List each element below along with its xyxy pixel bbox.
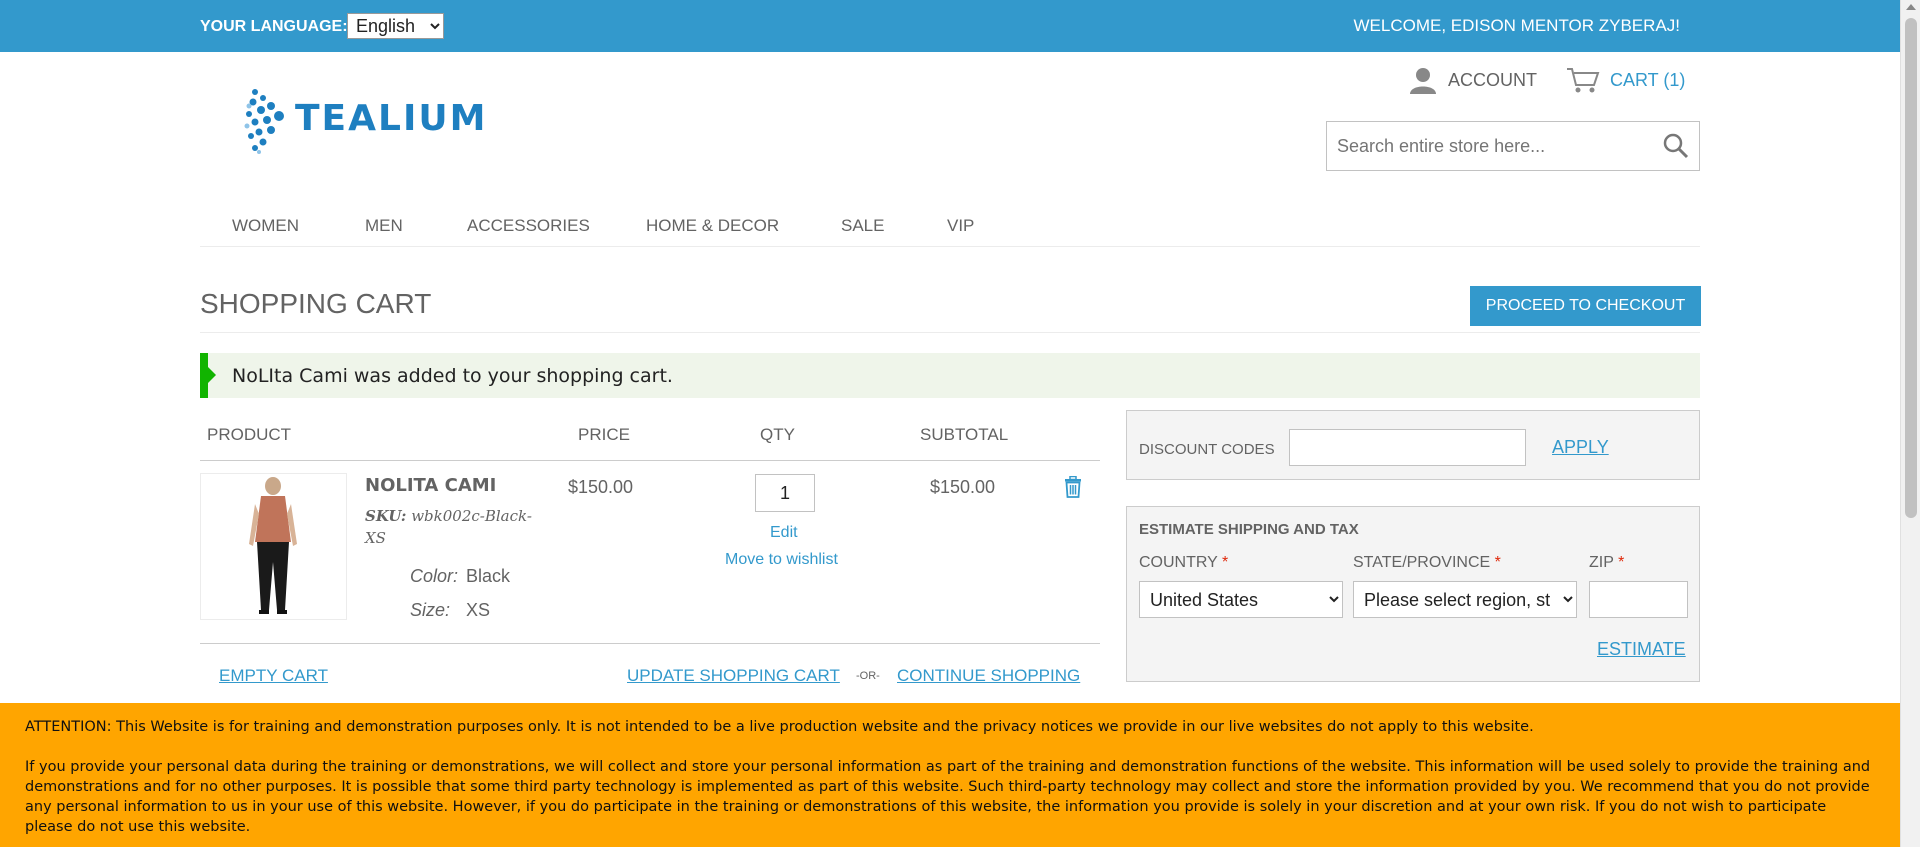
nav-item-accessories[interactable]: ACCESSORIES [467, 216, 590, 236]
product-name[interactable]: NOLITA CAMI [365, 475, 496, 496]
logo-dots-icon [244, 89, 284, 154]
sku-label: SKU: [365, 507, 407, 525]
item-subtotal: $150.00 [930, 477, 996, 497]
language-label: YOUR LANGUAGE: [200, 18, 348, 35]
scroll-up-arrow-icon[interactable] [1906, 4, 1916, 10]
main-nav: WOMEN MEN ACCESSORIES HOME & DECOR SALE … [200, 216, 1700, 247]
success-message: NoLIta Cami was added to your shopping c… [200, 353, 1700, 398]
zip-label-text: ZIP [1589, 554, 1614, 571]
zip-input[interactable] [1589, 581, 1688, 618]
notice-paragraph-2: If you provide your personal data during… [25, 759, 1871, 835]
success-arrow-icon [208, 367, 216, 383]
discount-codes-label: DISCOUNT CODES [1139, 441, 1275, 458]
size-label: Size: [410, 600, 451, 620]
proceed-to-checkout-button[interactable]: PROCEED TO CHECKOUT [1470, 286, 1701, 326]
column-header-subtotal: SUBTOTAL [920, 425, 1009, 444]
tealium-logo[interactable]: TEALIUM [243, 86, 523, 156]
estimate-button[interactable]: ESTIMATE [1597, 639, 1686, 660]
move-to-wishlist-link[interactable]: Move to wishlist [725, 551, 838, 569]
page-title: SHOPPING CART [200, 288, 432, 319]
product-image[interactable] [200, 473, 347, 620]
product-photo [201, 474, 346, 619]
country-label-text: COUNTRY [1139, 554, 1218, 571]
table-header-divider [200, 460, 1100, 461]
top-bar: YOUR LANGUAGE: English WELCOME, EDISON M… [0, 0, 1900, 52]
required-marker: * [1618, 554, 1625, 571]
estimate-shipping-title: ESTIMATE SHIPPING AND TAX [1139, 521, 1359, 538]
quantity-input[interactable] [755, 474, 815, 512]
cart-link[interactable]: CART (1) [1566, 66, 1685, 94]
nav-item-home-decor[interactable]: HOME & DECOR [646, 216, 779, 236]
title-divider [200, 332, 1700, 333]
nav-item-vip[interactable]: VIP [947, 216, 974, 236]
notice-paragraph-1: ATTENTION: This Website is for training … [25, 719, 1534, 735]
account-link[interactable]: ACCOUNT [1408, 66, 1537, 94]
success-message-text: NoLIta Cami was added to your shopping c… [232, 365, 673, 387]
search-input[interactable] [1327, 122, 1647, 170]
state-select[interactable]: Please select region, st [1353, 581, 1577, 618]
or-separator: -OR- [856, 670, 880, 682]
required-marker: * [1221, 554, 1229, 571]
nav-item-women[interactable]: WOMEN [232, 216, 299, 236]
color-value: Black [466, 566, 511, 586]
country-select[interactable]: United States [1139, 581, 1343, 618]
row-divider [200, 643, 1100, 644]
column-header-product: PRODUCT [207, 425, 292, 444]
search-box [1326, 121, 1700, 171]
scrollbar-thumb[interactable] [1905, 18, 1917, 518]
required-marker: * [1494, 554, 1501, 571]
trash-icon[interactable] [1063, 476, 1083, 498]
state-label-text: STATE/PROVINCE [1353, 554, 1491, 571]
column-header-qty: QTY [760, 425, 795, 444]
color-label: Color: [410, 566, 459, 586]
search-icon[interactable] [1663, 133, 1689, 159]
edit-item-link[interactable]: Edit [770, 524, 798, 542]
page-scrollbar[interactable] [1900, 0, 1920, 847]
discount-codes-panel: DISCOUNT CODES APPLY [1126, 410, 1700, 480]
logo-text: TEALIUM [295, 98, 488, 139]
discount-code-input[interactable] [1289, 429, 1526, 466]
shopping-cart-icon [1567, 68, 1600, 93]
nav-item-sale[interactable]: SALE [841, 216, 884, 236]
zip-label: ZIP * [1589, 554, 1624, 572]
product-sku: SKU: wbk002c-Black-XS [365, 505, 535, 549]
account-label: ACCOUNT [1448, 69, 1537, 90]
continue-shopping-button[interactable]: CONTINUE SHOPPING [897, 666, 1080, 686]
country-label: COUNTRY * [1139, 554, 1228, 572]
state-label: STATE/PROVINCE * [1353, 554, 1501, 572]
language-select[interactable]: English [347, 13, 444, 39]
apply-discount-button[interactable]: APPLY [1552, 437, 1609, 458]
empty-cart-button[interactable]: EMPTY CART [219, 666, 328, 686]
user-icon [1410, 68, 1436, 94]
cart-label: CART (1) [1610, 69, 1686, 90]
column-header-price: PRICE [578, 425, 630, 444]
training-notice-banner: ATTENTION: This Website is for training … [0, 703, 1900, 847]
size-value: XS [466, 600, 491, 620]
item-price: $150.00 [568, 477, 634, 497]
welcome-message: WELCOME, EDISON MENTOR ZYBERAJ! [1353, 16, 1680, 35]
nav-item-men[interactable]: MEN [365, 216, 403, 236]
update-cart-button[interactable]: UPDATE SHOPPING CART [627, 666, 840, 686]
estimate-shipping-panel: ESTIMATE SHIPPING AND TAX COUNTRY * STAT… [1126, 506, 1700, 682]
